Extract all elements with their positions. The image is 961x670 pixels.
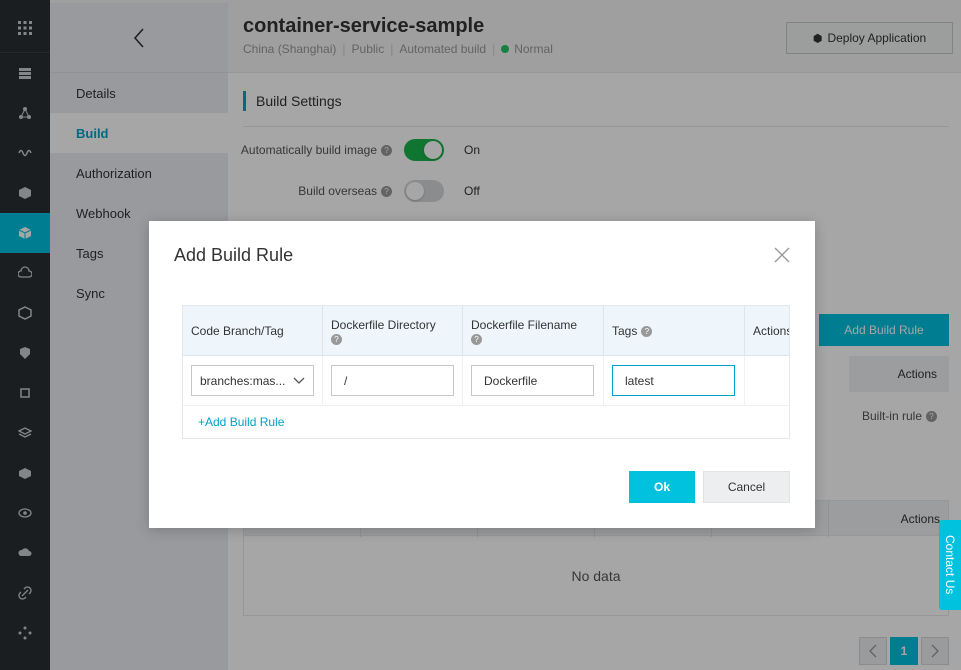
contact-us-tab[interactable]: Contact Us: [939, 520, 961, 610]
dialog-title: Add Build Rule: [174, 245, 294, 265]
help-icon[interactable]: ?: [471, 333, 482, 345]
help-icon[interactable]: ?: [331, 333, 342, 345]
branch-select[interactable]: branches:mas...: [191, 365, 314, 396]
add-build-rule-link[interactable]: +Add Build Rule: [183, 406, 789, 438]
table-row: branches:mas... / Dockerfile latest: [183, 356, 789, 406]
chevron-down-icon: [293, 377, 305, 384]
table-header: Code Branch/Tag Dockerfile Directory? Do…: [183, 306, 789, 356]
branch-select-value: branches:mas...: [200, 373, 286, 388]
column-header-tags: Tags?: [604, 306, 745, 356]
row-actions-cell: [745, 356, 789, 406]
dockerfile-filename-input[interactable]: Dockerfile: [471, 365, 594, 396]
column-header-actions: Actions: [753, 324, 789, 338]
build-rule-table: Code Branch/Tag Dockerfile Directory? Do…: [182, 305, 790, 439]
ok-button[interactable]: Ok: [629, 471, 695, 503]
cancel-button[interactable]: Cancel: [703, 471, 790, 503]
close-icon[interactable]: [773, 246, 791, 264]
tags-input[interactable]: latest: [612, 365, 735, 396]
column-header-directory: Dockerfile Directory?: [323, 306, 463, 356]
add-build-rule-dialog: Add Build Rule Code Branch/Tag Dockerfil…: [149, 221, 815, 528]
column-header-filename: Dockerfile Filename?: [463, 306, 604, 356]
help-icon[interactable]: ?: [641, 325, 653, 337]
column-header-branch: Code Branch/Tag: [183, 306, 323, 356]
dockerfile-directory-input[interactable]: /: [331, 365, 454, 396]
